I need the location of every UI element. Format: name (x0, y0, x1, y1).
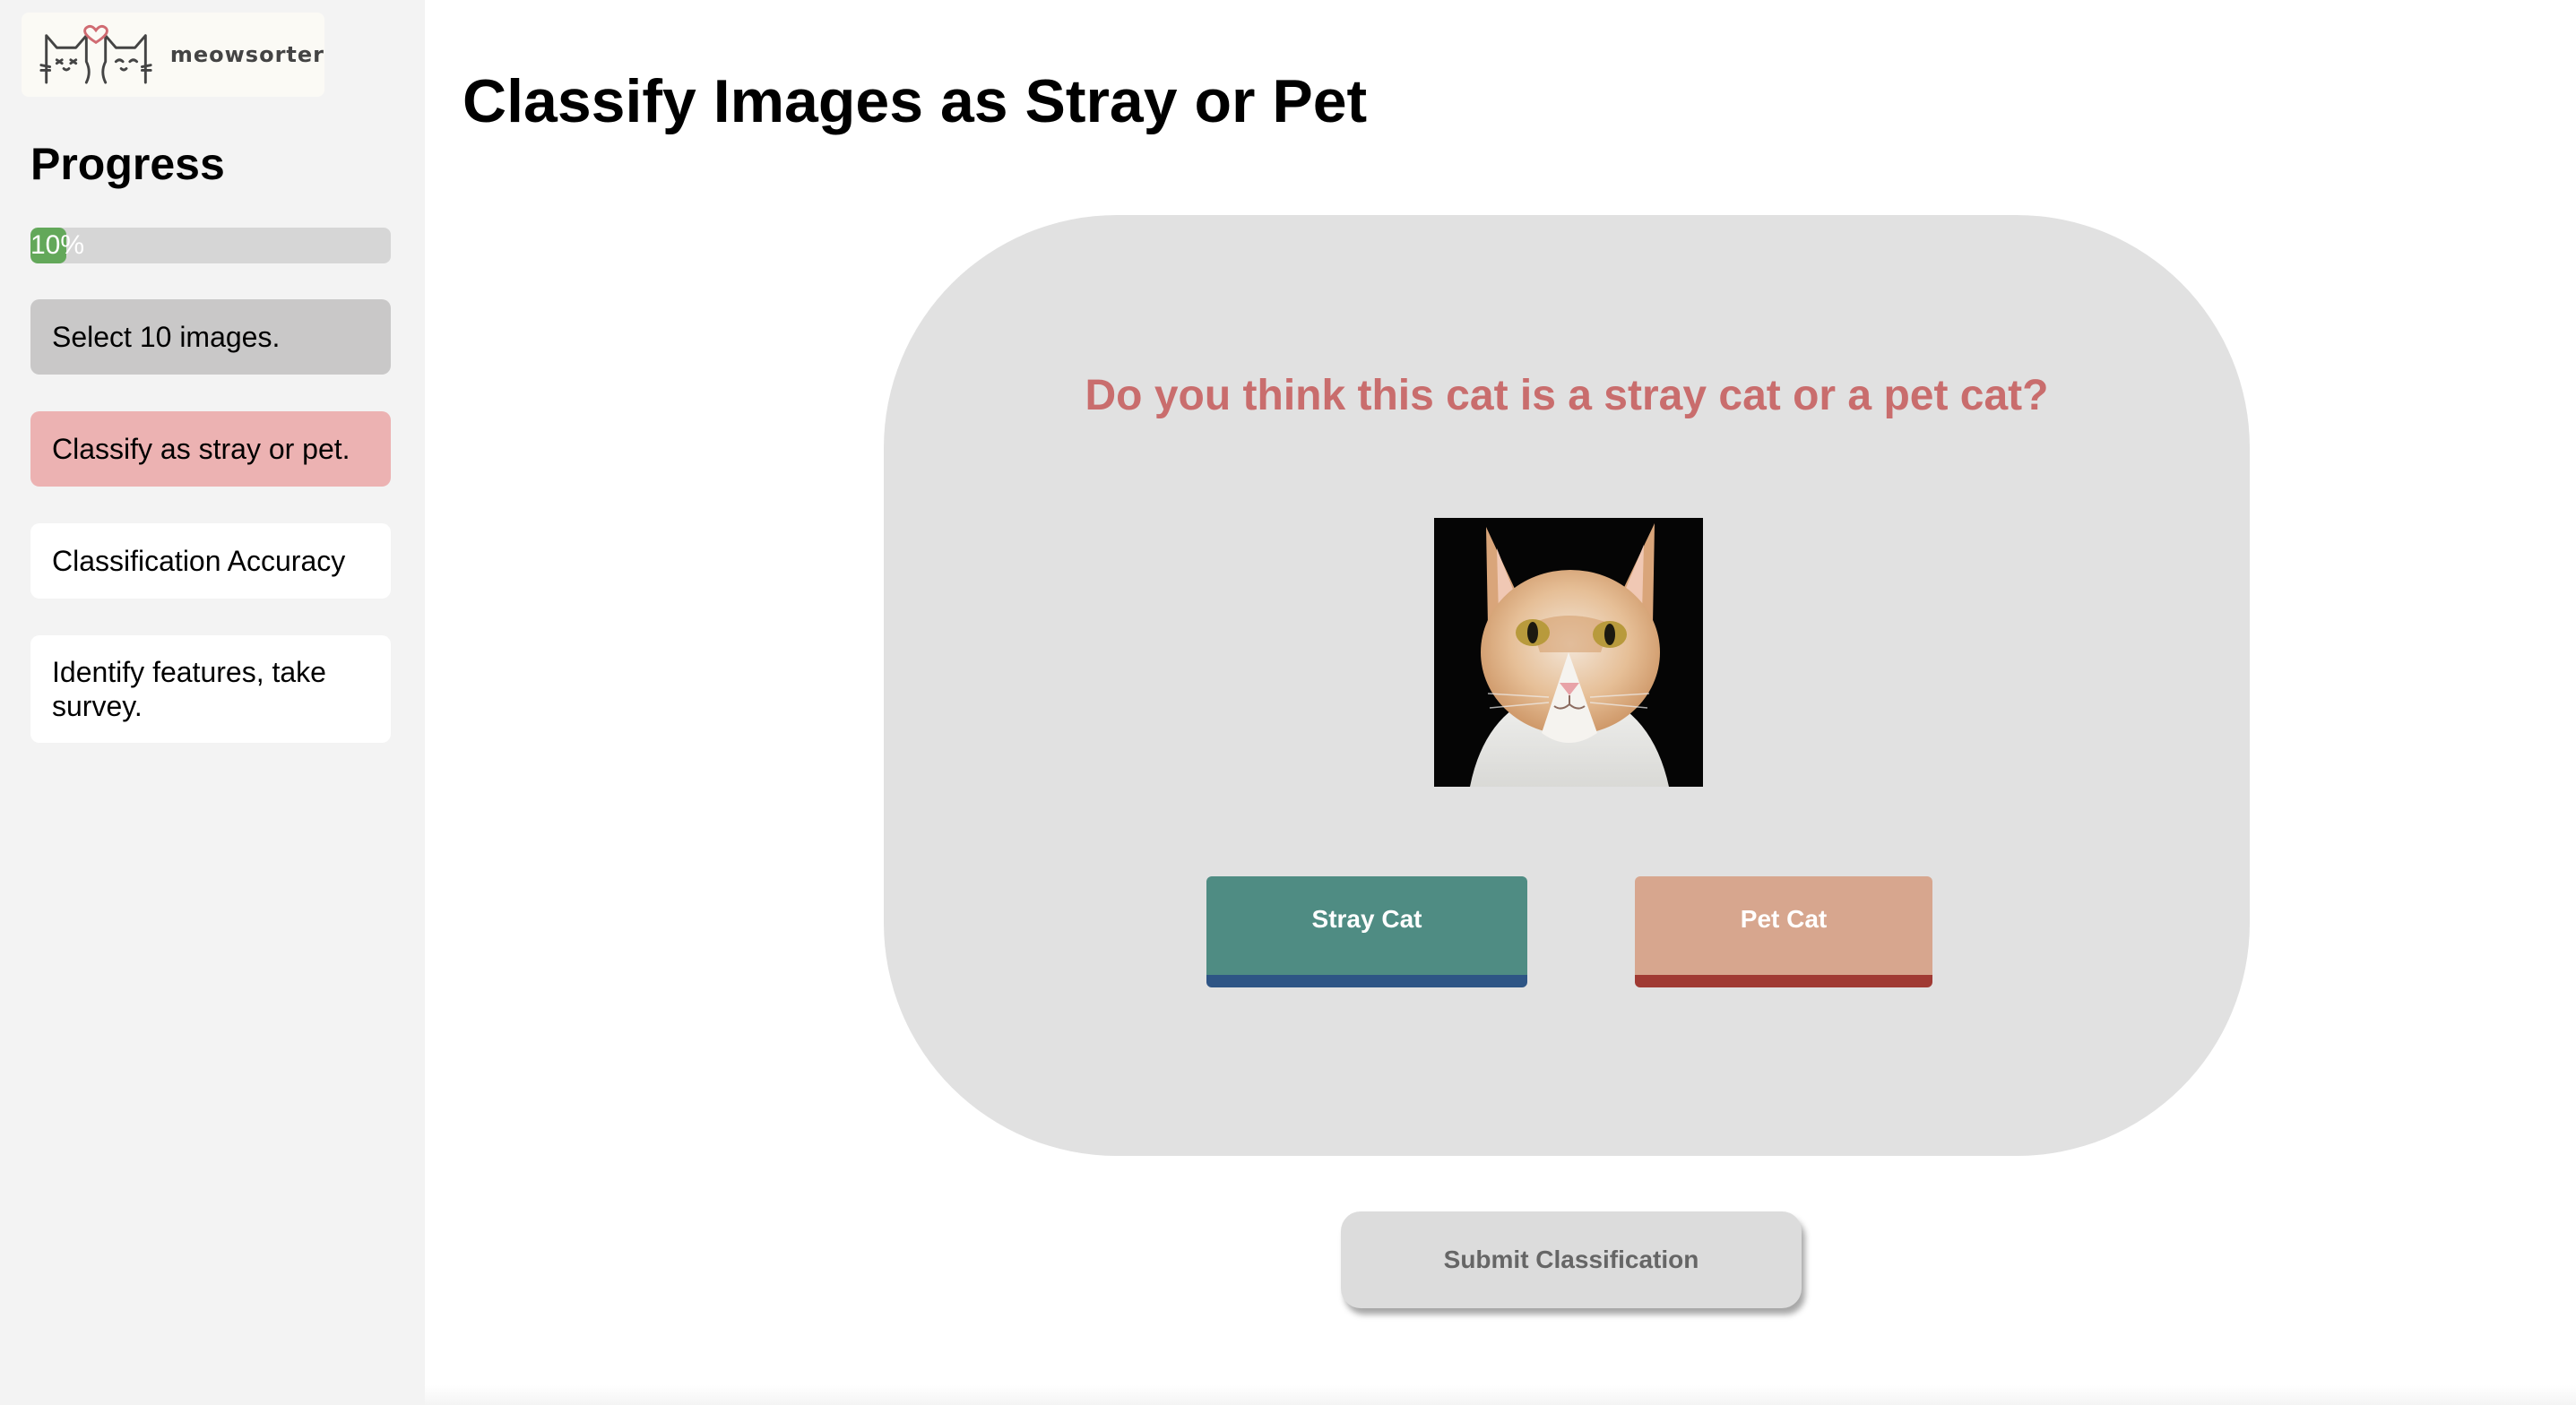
step-select-images[interactable]: Select 10 images. (30, 299, 391, 375)
step-classify[interactable]: Classify as stray or pet. (30, 411, 391, 487)
submit-classification-button[interactable]: Submit Classification (1341, 1211, 1802, 1308)
step-label: Select 10 images. (52, 321, 281, 353)
bottom-divider (425, 1385, 2576, 1405)
step-accuracy[interactable]: Classification Accuracy (30, 523, 391, 599)
app-root: meowsorter Progress 10% Select 10 images… (0, 0, 2576, 1405)
step-label: Classify as stray or pet. (52, 433, 350, 465)
step-label: Identify features, take survey. (52, 656, 326, 722)
sidebar: meowsorter Progress 10% Select 10 images… (0, 0, 425, 1405)
cat-photo-icon (1434, 518, 1703, 787)
progress-title: Progress (30, 139, 225, 189)
step-label: Classification Accuracy (52, 545, 346, 577)
stray-cat-button[interactable]: Stray Cat (1206, 876, 1527, 987)
progress-label: 10% (30, 230, 85, 260)
page-title: Classify Images as Stray or Pet (462, 67, 1368, 135)
classification-card: Do you think this cat is a stray cat or … (884, 215, 2250, 1156)
question-text: Do you think this cat is a stray cat or … (1085, 372, 2049, 419)
progress-bar: 10% (30, 228, 391, 263)
pet-cat-button[interactable]: Pet Cat (1635, 876, 1932, 987)
step-survey[interactable]: Identify features, take survey. (30, 635, 391, 743)
brand-logo[interactable]: meowsorter (22, 13, 324, 97)
cats-logo-icon (39, 24, 152, 84)
cat-photo (1434, 518, 1703, 787)
brand-name: meowsorter (169, 42, 324, 67)
